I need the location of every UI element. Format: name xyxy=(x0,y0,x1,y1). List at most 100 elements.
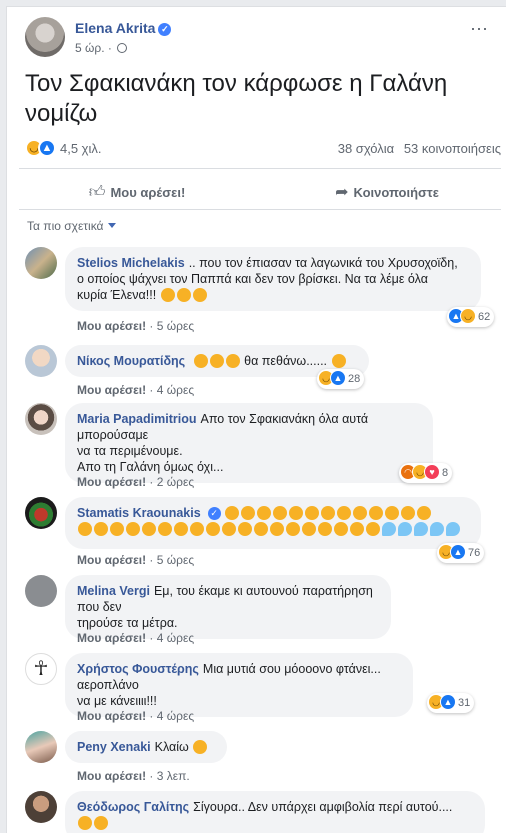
laughing-emoji-icon xyxy=(190,522,204,536)
laughing-emoji-icon xyxy=(192,288,207,302)
comment-like-link[interactable]: Μου αρέσει! xyxy=(77,709,146,723)
comment-text: Απο τη Γαλάνη όμως όχι... xyxy=(77,460,224,474)
comment-sort-dropdown[interactable]: Τα πιο σχετικά xyxy=(27,219,116,233)
comment-like-link[interactable]: Μου αρέσει! xyxy=(77,769,146,783)
share-button[interactable]: ➦ Κοινοποιήστε xyxy=(277,179,497,207)
comment-actions: Μου αρέσει! · 3 λεπ. xyxy=(77,769,190,783)
post-stats: ◡ ▲ 4,5 χιλ. 38 σχόλια 53 κοινοποιήσεις xyxy=(25,137,501,161)
sweat-droplets-icon xyxy=(430,522,444,536)
author-name[interactable]: Elena Akrita ✓ xyxy=(75,20,172,36)
commenter-name[interactable]: Stelios Michelakis xyxy=(77,256,185,270)
laughing-emoji-icon xyxy=(337,506,352,520)
more-options-icon[interactable]: ⋯ xyxy=(470,19,489,40)
laughing-emoji-icon xyxy=(94,522,108,536)
laughing-emoji-icon xyxy=(78,522,92,536)
post-actions: 👍︎ Μου αρέσει! ➦ Κοινοποιήστε xyxy=(19,175,501,211)
commenter-name[interactable]: Maria Papadimitriou xyxy=(77,412,196,426)
laughing-emoji-icon xyxy=(174,522,188,536)
comment-like-link[interactable]: Μου αρέσει! xyxy=(77,475,146,489)
commenter-avatar[interactable] xyxy=(25,345,57,377)
comment-text: Σίγουρα.. Δεν υπάρχει αμφιβολία περί αυτ… xyxy=(193,800,453,814)
post-card: Elena Akrita ✓ 5 ώρ. · ⋯ Τον Σφακιανάκη τ… xyxy=(6,6,506,833)
laughing-emoji-icon xyxy=(193,354,208,368)
laughing-emoji-icon xyxy=(270,522,284,536)
comment-like-link[interactable]: Μου αρέσει! xyxy=(77,553,146,567)
comment-time[interactable]: 2 ώρες xyxy=(157,475,194,489)
laughing-emoji-icon xyxy=(238,522,252,536)
commenter-name[interactable]: Stamatis Kraounakis xyxy=(77,506,201,520)
laughing-emoji-icon xyxy=(257,506,272,520)
love-reaction-icon: ♥ xyxy=(424,464,440,480)
comment-like-link[interactable]: Μου αρέσει! xyxy=(77,631,146,645)
laughing-emoji-icon xyxy=(160,288,175,302)
comment-bubble: Melina Vergi Εμ, του έκαμε κι αυτουνού πα… xyxy=(65,575,391,639)
sweat-droplets-icon xyxy=(446,522,460,536)
comment-reactions[interactable]: ◡ ▲ 76 xyxy=(437,543,485,563)
comment-time[interactable]: 3 λεπ. xyxy=(157,769,190,783)
comment-actions: Μου αρέσει! · 4 ώρες xyxy=(77,709,195,723)
laughing-emoji-icon xyxy=(225,354,240,368)
author-avatar[interactable] xyxy=(25,17,65,57)
reaction-summary[interactable]: ◡ ▲ 4,5 χιλ. xyxy=(25,139,102,157)
comment-actions: Μου αρέσει! · 5 ώρες xyxy=(77,319,195,333)
sweat-droplets-icon xyxy=(414,522,428,536)
laughing-emoji-icon xyxy=(78,816,92,830)
thumbs-up-icon: 👍︎ xyxy=(88,184,106,201)
comment-text: .. που τον έπιασαν τα λαγωνικά του Χρυσο… xyxy=(188,256,458,270)
comment-like-link[interactable]: Μου αρέσει! xyxy=(77,383,146,397)
comment-reactions[interactable]: ◡ ▲ 31 xyxy=(427,693,475,713)
laughing-emoji-icon xyxy=(305,506,320,520)
comment-text: θα πεθάνω...... xyxy=(244,354,328,368)
comment-text: να με κάνειιιι!!! xyxy=(77,694,157,708)
commenter-avatar[interactable] xyxy=(25,247,57,279)
comment-time[interactable]: 4 ώρες xyxy=(157,631,194,645)
laughing-emoji-icon xyxy=(350,522,364,536)
verified-badge-icon: ✓ xyxy=(158,23,172,36)
comment-like-link[interactable]: Μου αρέσει! xyxy=(77,319,146,333)
laughing-emoji-icon xyxy=(401,506,416,520)
comment-time[interactable]: 5 ώρες xyxy=(157,553,194,567)
divider xyxy=(19,168,501,169)
comment-text: να τα περιμένουμε. xyxy=(77,444,183,458)
sweat-droplets-icon xyxy=(398,522,412,536)
laughing-emoji-icon xyxy=(222,522,236,536)
share-arrow-icon: ➦ xyxy=(335,184,349,201)
commenter-name[interactable]: Θεόδωρος Γαλίτης xyxy=(77,800,189,814)
commenter-name[interactable]: Χρήστος Φουστέρης xyxy=(77,662,199,676)
commenter-name[interactable]: Peny Xenaki xyxy=(77,740,151,754)
comment-reactions[interactable]: ◠ ◡ ♥ 8 xyxy=(399,463,453,483)
comment-time[interactable]: 5 ώρες xyxy=(157,319,194,333)
laughing-emoji-icon xyxy=(302,522,316,536)
laughing-emoji-icon xyxy=(286,522,300,536)
commenter-avatar[interactable]: ☥ xyxy=(25,653,57,685)
commenter-avatar[interactable] xyxy=(25,403,57,435)
like-button[interactable]: 👍︎ Μου αρέσει! xyxy=(27,179,247,207)
rofl-emoji-icon xyxy=(209,354,224,368)
laughing-emoji-icon xyxy=(273,506,288,520)
comment-bubble: Stelios Michelakis.. που τον έπιασαν τα … xyxy=(65,247,481,311)
comment-time[interactable]: 4 ώρες xyxy=(157,709,194,723)
commenter-name[interactable]: Νίκος Μουρατίδης xyxy=(77,354,185,368)
comment-reactions[interactable]: ▲ ◡ 62 xyxy=(447,307,495,327)
laughing-emoji-icon xyxy=(366,522,380,536)
comment-time[interactable]: 4 ώρες xyxy=(157,383,194,397)
commenter-avatar[interactable] xyxy=(25,731,57,763)
comment-reactions[interactable]: ◡ ▲ 28 xyxy=(317,369,365,389)
commenter-name[interactable]: Melina Vergi xyxy=(77,584,150,598)
commenter-avatar[interactable] xyxy=(25,497,57,529)
comments-count-link[interactable]: 38 σχόλια xyxy=(338,141,394,156)
laughing-emoji-icon xyxy=(334,522,348,536)
commenter-avatar[interactable] xyxy=(25,575,57,607)
comment-text: ο οποίος ψάχνει τον Παππά και δεν τον βρ… xyxy=(77,272,428,286)
laughing-emoji-icon xyxy=(289,506,304,520)
rofl-emoji-icon xyxy=(331,354,346,368)
laughing-emoji-icon xyxy=(321,506,336,520)
comment-bubble: Maria Papadimitriou Απο τον Σφακιανάκη όλ… xyxy=(65,403,433,483)
shares-count-link[interactable]: 53 κοινοποιήσεις xyxy=(404,141,501,156)
verified-badge-icon: ✓ xyxy=(207,507,221,520)
comment-actions: Μου αρέσει! · 5 ώρες xyxy=(77,553,195,567)
post-time[interactable]: 5 ώρ. · xyxy=(75,41,112,55)
comment-bubble: Stamatis Kraounakis ✓ xyxy=(65,497,481,549)
like-reaction-icon: ▲ xyxy=(330,370,346,386)
commenter-avatar[interactable] xyxy=(25,791,57,823)
